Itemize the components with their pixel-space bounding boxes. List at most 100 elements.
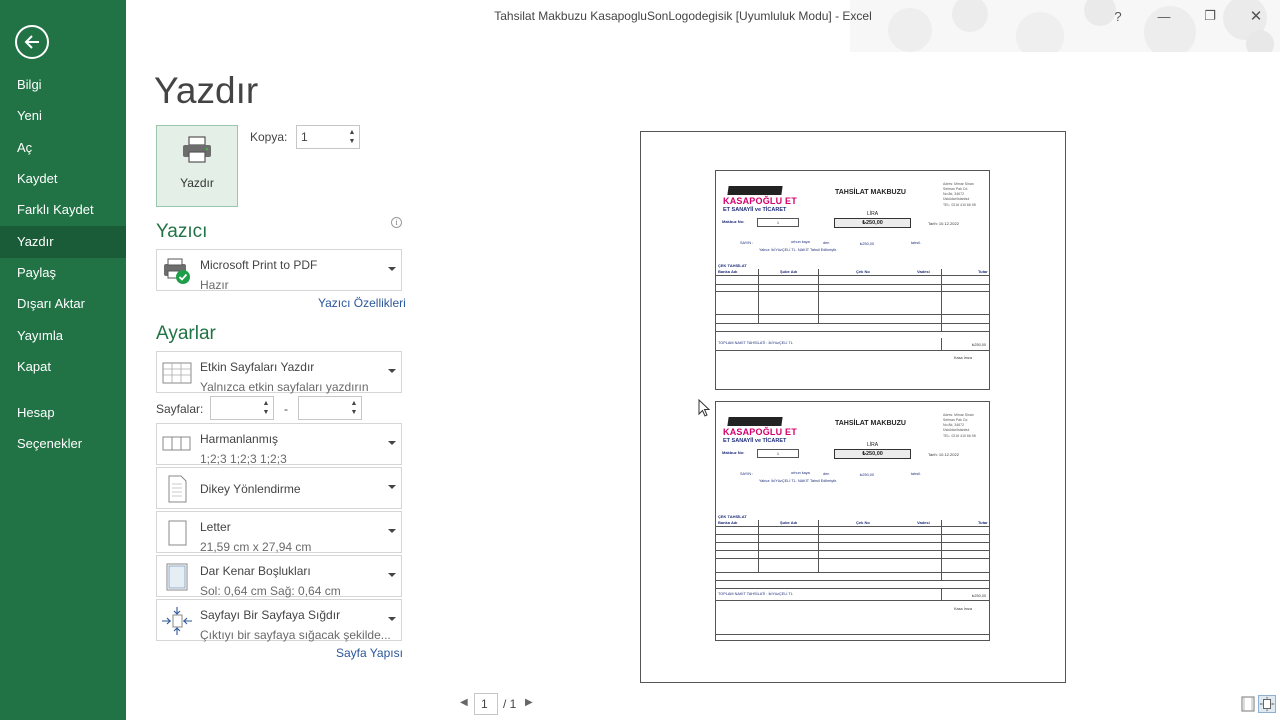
receipt-copy-1: KASAPOĞLU ET ET SANAYİİ ve TİCARET TAHSİ…	[715, 170, 990, 390]
paper-size-desc: 21,59 cm x 27,94 cm	[200, 540, 312, 554]
margins-icon	[166, 563, 188, 591]
receipt-amount-small: ₺250,00	[860, 242, 875, 246]
table-rule	[716, 600, 989, 601]
arrow-left-icon	[24, 35, 39, 49]
receipt-total-value: ₺250,00	[972, 594, 987, 598]
col-vadesi: Vadesi	[917, 520, 930, 525]
print-what-dropdown[interactable]: Etkin Sayfaları Yazdır Yalnızca etkin sa…	[156, 351, 402, 394]
receipt-amount: ₺250,00	[834, 218, 911, 228]
receipt-total-value: ₺250,00	[972, 343, 987, 347]
print-button-label: Yazdır	[180, 176, 214, 190]
receipt-address-line: Selman Pak Cd.	[943, 187, 969, 191]
nav-item-secenekler[interactable]: Seçenekler	[0, 428, 126, 460]
nav-item-disari-aktar[interactable]: Dışarı Aktar	[0, 288, 126, 320]
table-rule	[716, 350, 989, 351]
nav-item-ac[interactable]: Aç	[0, 132, 126, 164]
printer-properties-link[interactable]: Yazıcı Özellikleri	[318, 296, 406, 310]
margins-dropdown[interactable]: Dar Kenar Boşlukları Sol: 0,64 cm Sağ: 0…	[156, 555, 402, 598]
receipt-den: den	[823, 472, 830, 476]
col-tutar: Tutar	[978, 520, 988, 525]
paper-size-dropdown[interactable]: Letter 21,59 cm x 27,94 cm	[156, 511, 402, 554]
nav-item-yayimla[interactable]: Yayımla	[0, 320, 126, 352]
pages-label: Sayfalar:	[156, 402, 204, 416]
collation-title: Harmanlanmış	[200, 432, 279, 446]
spin-up-icon[interactable]: ▲	[261, 399, 271, 408]
info-icon[interactable]: i	[391, 217, 402, 228]
spin-up-icon[interactable]: ▲	[347, 128, 357, 137]
printer-dropdown[interactable]: Microsoft Print to PDF Hazır	[156, 249, 402, 292]
printer-status: Hazır	[200, 278, 229, 292]
chevron-down-icon	[388, 617, 396, 621]
mouse-cursor-icon	[698, 399, 710, 417]
receipt-date: Tarih: 10.12.2022	[928, 221, 959, 226]
chevron-down-icon	[388, 485, 396, 489]
nav-item-bilgi[interactable]: Bilgi	[0, 69, 126, 101]
print-what-desc: Yalnızca etkin sayfaları yazdırın	[200, 380, 369, 394]
show-margins-icon[interactable]	[1239, 695, 1257, 713]
nav-item-paylas[interactable]: Paylaş	[0, 257, 126, 289]
spin-down-icon[interactable]: ▼	[261, 408, 271, 417]
zoom-to-page-icon[interactable]	[1258, 695, 1276, 713]
col-tutar: Tutar	[978, 269, 988, 274]
table-col-rule	[818, 520, 819, 572]
nav-item-hesap[interactable]: Hesap	[0, 397, 126, 429]
orientation-title: Dikey Yönlendirme	[200, 482, 301, 496]
pages-dash: -	[284, 402, 288, 416]
scaling-desc: Çıktıyı bir sayfaya sığacak şekilde...	[200, 628, 391, 642]
receipt-lira: LİRA	[867, 211, 879, 217]
col-sube: Şube Adı	[780, 520, 798, 525]
spin-down-icon[interactable]: ▼	[347, 137, 357, 146]
logo-band	[727, 186, 783, 195]
printer-icon	[183, 136, 211, 163]
spin-down-icon[interactable]: ▼	[349, 408, 359, 417]
table-rule	[716, 323, 989, 324]
spin-up-icon[interactable]: ▲	[349, 399, 359, 408]
receipt-logo-sub: ET SANAYİİ ve TİCARET	[723, 438, 787, 444]
pages-from-arrows[interactable]: ▲ ▼	[261, 399, 271, 417]
table-rule	[716, 580, 989, 581]
minimize-button[interactable]: —	[1152, 4, 1176, 28]
settings-heading: Ayarlar	[156, 323, 216, 344]
chevron-down-icon	[388, 441, 396, 445]
receipt-amount: ₺250,00	[834, 449, 911, 459]
orientation-dropdown[interactable]: Dikey Yönlendirme	[156, 467, 402, 509]
chevron-down-icon	[388, 369, 396, 373]
copies-stepper[interactable]: ▲ ▼	[296, 125, 360, 149]
help-button[interactable]: ?	[1106, 4, 1130, 28]
current-page-input[interactable]: 1	[474, 693, 498, 715]
receipt-no-label: Makbuz No:	[722, 219, 745, 224]
pages-to-arrows[interactable]: ▲ ▼	[349, 399, 359, 417]
table-col-rule	[941, 269, 942, 331]
print-what-title: Etkin Sayfaları Yazdır	[200, 360, 315, 374]
nav-item-kapat[interactable]: Kapat	[0, 351, 126, 383]
nav-item-yeni[interactable]: Yeni	[0, 100, 126, 132]
print-button[interactable]: Yazdır	[156, 125, 238, 207]
receipt-logo-text: KASAPOĞLU ET	[723, 427, 797, 437]
page-setup-link[interactable]: Sayfa Yapısı	[336, 646, 403, 660]
receipt-logo-sub: ET SANAYİİ ve TİCARET	[723, 207, 787, 213]
receipt-no-label: Makbuz No:	[722, 450, 745, 455]
table-rule	[716, 572, 989, 573]
table-rule	[716, 331, 989, 332]
receipt-signature: Kasa İmza	[954, 356, 972, 360]
nav-item-farkli-kaydet[interactable]: Farklı Kaydet	[0, 194, 126, 226]
printer-name: Microsoft Print to PDF	[200, 258, 318, 272]
back-button[interactable]	[15, 25, 49, 59]
receipt-no: 1	[757, 449, 799, 458]
pages-from-stepper[interactable]: ▲ ▼	[210, 396, 274, 420]
nav-item-kaydet[interactable]: Kaydet	[0, 163, 126, 195]
copies-spin-arrows[interactable]: ▲ ▼	[347, 128, 357, 146]
collation-dropdown[interactable]: Harmanlanmış 1;2;3 1;2;3 1;2;3	[156, 423, 402, 466]
close-button[interactable]: ✕	[1244, 4, 1268, 28]
nav-item-yazdir[interactable]: Yazdır	[0, 226, 126, 258]
pages-to-stepper[interactable]: ▲ ▼	[298, 396, 362, 420]
receipt-sayin: SAYIN :	[740, 472, 754, 476]
next-page-button[interactable]: ▶	[525, 697, 533, 708]
receipt-yalniz: Yalnız: İkİYüzÇELİ TL. NAKİT Tahsil Edil…	[759, 248, 838, 252]
restore-button[interactable]: ❐	[1198, 4, 1222, 28]
scaling-dropdown[interactable]: Sayfayı Bir Sayfaya Sığdır Çıktıyı bir s…	[156, 599, 402, 642]
margins-title: Dar Kenar Boşlukları	[200, 564, 311, 578]
previous-page-button[interactable]: ◀	[460, 697, 468, 708]
table-rule	[716, 588, 989, 589]
receipt-yalniz: Yalnız: İkİYüzÇELİ TL. NAKİT Tahsil Edil…	[759, 479, 838, 483]
